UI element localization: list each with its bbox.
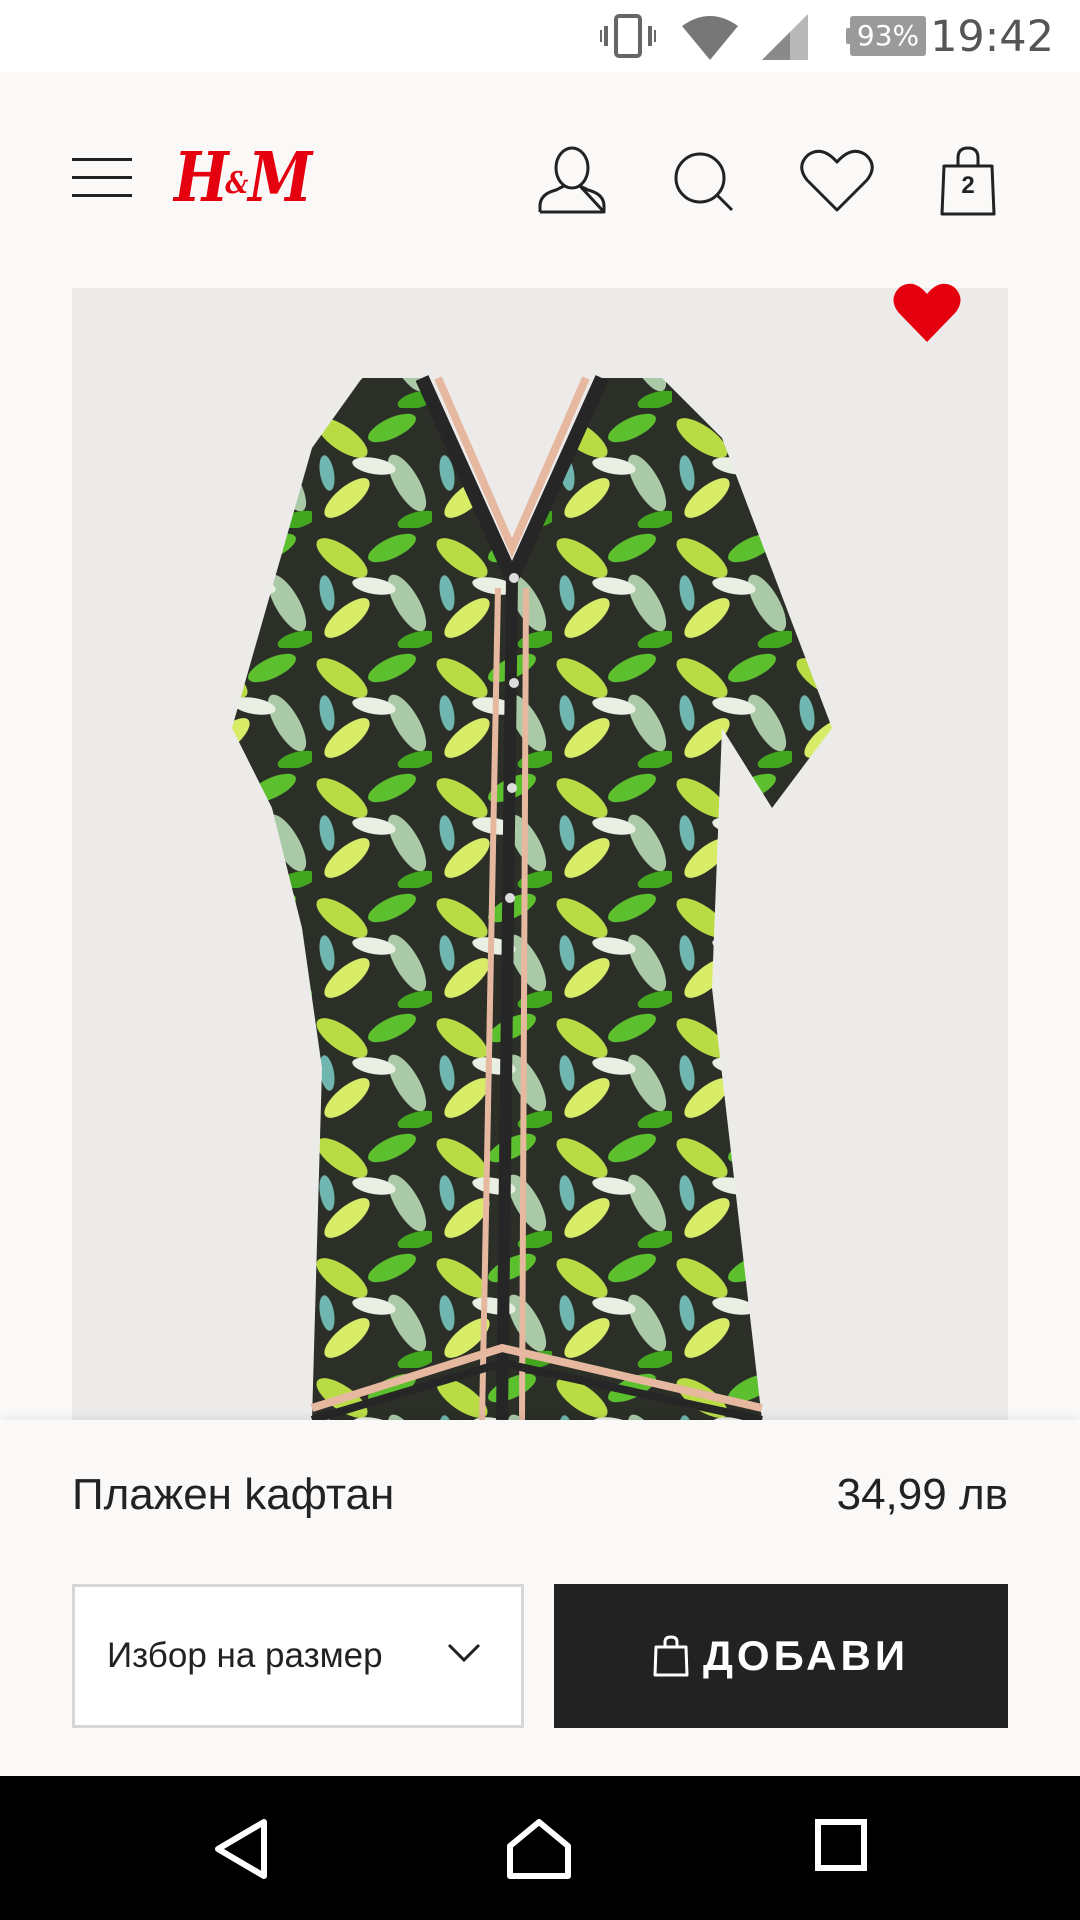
product-name: Плажен kафтан	[72, 1470, 395, 1519]
search-icon[interactable]	[672, 150, 736, 214]
app-header: H&M 2	[0, 72, 1080, 288]
vibrate-icon	[600, 14, 656, 58]
add-button-label: ДОБАВИ	[702, 1632, 910, 1679]
status-bar: 93% 19:42	[0, 0, 1080, 72]
favorites-icon[interactable]	[800, 148, 874, 214]
hm-logo[interactable]: H&M	[174, 138, 312, 218]
product-price: 34,99 лв	[836, 1470, 1008, 1519]
recents-icon[interactable]	[814, 1818, 868, 1872]
kaftan-illustration	[232, 375, 832, 1420]
shopping-bag-button[interactable]: 2	[938, 146, 998, 218]
battery-percent: 93%	[856, 19, 920, 52]
product-image[interactable]	[72, 288, 1008, 1420]
status-time: 19:42	[930, 12, 1054, 62]
menu-icon[interactable]	[72, 156, 132, 200]
back-icon[interactable]	[214, 1818, 270, 1880]
bag-count: 2	[961, 172, 975, 199]
chevron-down-icon	[447, 1643, 481, 1663]
battery-icon: 93%	[846, 16, 926, 56]
home-icon[interactable]	[506, 1818, 572, 1880]
size-select-label: Избор на размер	[107, 1636, 383, 1675]
add-to-bag-button[interactable]: ДОБАВИ	[554, 1584, 1008, 1728]
wifi-icon	[682, 16, 738, 60]
product-action-panel: Плажен kафтан 34,99 лв Избор на размер Д…	[0, 1420, 1080, 1776]
account-icon[interactable]	[536, 146, 608, 216]
favorite-heart-icon[interactable]	[892, 280, 962, 344]
size-select[interactable]: Избор на размер	[72, 1584, 524, 1728]
signal-icon	[762, 14, 808, 60]
system-nav-bar	[0, 1776, 1080, 1920]
shopping-bag-icon	[653, 1635, 689, 1677]
